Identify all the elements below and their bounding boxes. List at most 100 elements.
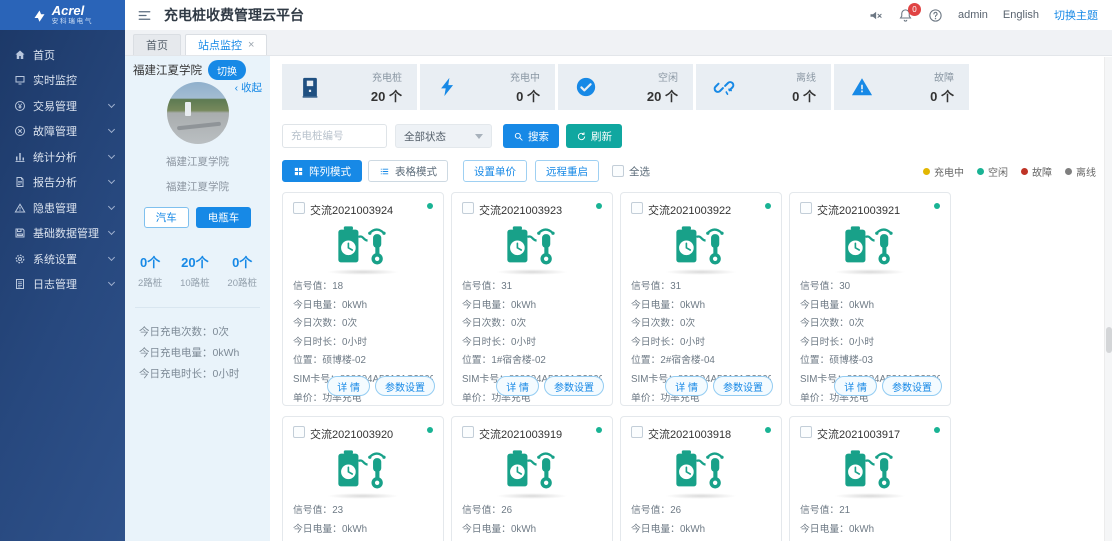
language-switch[interactable]: English (1003, 9, 1039, 21)
icon-shadow (834, 493, 906, 499)
legend-dot (923, 168, 930, 175)
summary-label: 充电桩 (371, 69, 402, 84)
energy-line: 今日电量：0kWh (293, 297, 433, 316)
sidebar-item-label: 报告分析 (33, 174, 102, 190)
detail-button[interactable]: 详 情 (327, 376, 370, 396)
array-mode-button[interactable]: 阵列模式 (282, 160, 362, 182)
icon-shadow (327, 269, 399, 275)
status-summary-card: 充电中 0 个 (420, 64, 555, 110)
select-all-checkbox[interactable] (612, 165, 624, 177)
energy-line: 今日电量：0kWh (631, 521, 771, 540)
detail-button[interactable]: 详 情 (496, 376, 539, 396)
pile-stat-label: 20路桩 (227, 275, 257, 289)
params-settings-button[interactable]: 参数设置 (544, 376, 604, 396)
duration-line: 今日时长：0小时 (631, 334, 771, 353)
mute-icon[interactable] (868, 8, 883, 23)
pile-title: 交流2021003919 (479, 426, 562, 442)
signal-line: 信号值：18 (293, 278, 433, 297)
sidebar-item-home[interactable]: 首页 (0, 42, 125, 68)
status-select[interactable]: 全部状态 (395, 124, 492, 148)
set-price-button[interactable]: 设置单价 (463, 160, 527, 182)
params-settings-button[interactable]: 参数设置 (375, 376, 435, 396)
station-caption: 福建江夏学院 (125, 179, 270, 194)
status-summary-card: 充电桩 20 个 (282, 64, 417, 110)
vehicle-tab[interactable]: 汽车 (144, 207, 189, 228)
pile-title: 交流2021003917 (817, 426, 900, 442)
sidebar-item-label: 日志管理 (33, 276, 102, 292)
sidebar-item-report-analysis[interactable]: 报告分析 (0, 170, 125, 196)
card-checkbox[interactable] (800, 202, 812, 214)
daily-stat-line: 今日充电时长：0小时 (139, 364, 270, 385)
charging-pile-scooter-icon (672, 225, 730, 267)
sidebar: Acrel 安科瑞电气 首页 实时监控 交易管理 (0, 0, 125, 541)
card-checkbox[interactable] (800, 426, 812, 438)
sidebar-item-system-settings[interactable]: 系统设置 (0, 246, 125, 272)
sidebar-item-realtime-monitor[interactable]: 实时监控 (0, 68, 125, 94)
icon-shadow (496, 269, 568, 275)
table-mode-button[interactable]: 表格模式 (368, 160, 448, 182)
pile-card: 交流2021003919 (451, 416, 613, 541)
icon-shadow (665, 269, 737, 275)
status-dot (596, 427, 602, 433)
card-checkbox[interactable] (462, 426, 474, 438)
chevron-down-icon (108, 101, 115, 108)
chevron-down-icon (108, 177, 115, 184)
sidebar-item-fault-mgmt[interactable]: 故障管理 (0, 119, 125, 145)
vehicle-type-tabs: 汽车 电瓶车 (125, 207, 270, 228)
help-icon[interactable] (928, 8, 943, 23)
sidebar-item-log-mgmt[interactable]: 日志管理 (0, 272, 125, 298)
detail-button[interactable]: 详 情 (665, 376, 708, 396)
theme-switch-link[interactable]: 切换主题 (1054, 7, 1098, 23)
location-line: 位置：1#宿舍楼-02 (462, 352, 602, 371)
database-icon (14, 227, 26, 239)
pile-card: 交流2021003918 (620, 416, 782, 541)
scrollbar-track (1104, 57, 1112, 541)
refresh-button[interactable]: 刷新 (566, 124, 622, 148)
legend-label: 故障 (1032, 164, 1052, 179)
topbar: 充电桩收费管理云平台 0 admin English 切换主题 (125, 0, 1112, 30)
vehicle-tab[interactable]: 电瓶车 (196, 207, 252, 228)
card-checkbox[interactable] (462, 202, 474, 214)
sidebar-item-hazard-mgmt[interactable]: 隐患管理 (0, 195, 125, 221)
sidebar-item-base-data[interactable]: 基础数据管理 (0, 221, 125, 247)
location-line: 位置：硕博楼-02 (293, 352, 433, 371)
card-checkbox[interactable] (293, 202, 305, 214)
pile-title: 交流2021003924 (310, 202, 393, 218)
collapse-menu-icon[interactable] (137, 8, 152, 23)
username[interactable]: admin (958, 9, 988, 21)
collapse-panel-link[interactable]: ‹ 收起 (235, 80, 262, 95)
pile-stat: 0个 2路桩 (138, 252, 162, 289)
card-checkbox[interactable] (631, 202, 643, 214)
chevron-down-icon (108, 254, 115, 261)
sidebar-item-label: 实时监控 (33, 72, 114, 88)
tab[interactable]: 站点监控 × (185, 34, 267, 55)
switch-site-button[interactable]: 切换 (208, 60, 246, 80)
tab-close-icon[interactable]: × (248, 39, 254, 51)
params-settings-button[interactable]: 参数设置 (882, 376, 942, 396)
toolbar: 阵列模式 表格模式 设置单价 远程重启 全选 (282, 160, 1112, 182)
search-icon (513, 131, 524, 142)
sidebar-item-trade-mgmt[interactable]: 交易管理 (0, 93, 125, 119)
params-settings-button[interactable]: 参数设置 (713, 376, 773, 396)
card-checkbox[interactable] (631, 426, 643, 438)
brand-logo: Acrel 安科瑞电气 (0, 0, 125, 30)
remote-reboot-button[interactable]: 远程重启 (535, 160, 599, 182)
gear-icon (14, 253, 26, 265)
scrollbar-thumb[interactable] (1106, 327, 1112, 353)
card-actions: 详 情 参数设置 (834, 376, 942, 396)
tab-bar: 首页 站点监控 × (125, 30, 1112, 56)
daily-stat-line: 今日充电电量：0kWh (139, 343, 270, 364)
pile-number-input[interactable] (282, 124, 387, 148)
legend-item: 离线 (1065, 164, 1096, 179)
legend-item: 故障 (1021, 164, 1052, 179)
sidebar-item-label: 故障管理 (33, 123, 102, 139)
energy-line: 今日电量：0kWh (800, 297, 940, 316)
status-summary-card: 离线 0 个 (696, 64, 831, 110)
search-button[interactable]: 搜索 (503, 124, 559, 148)
card-checkbox[interactable] (293, 426, 305, 438)
detail-button[interactable]: 详 情 (834, 376, 877, 396)
tab[interactable]: 首页 (133, 34, 181, 55)
location-line: 位置：2#宿舍楼-04 (631, 352, 771, 371)
sidebar-item-stat-analysis[interactable]: 统计分析 (0, 144, 125, 170)
bell-icon[interactable]: 0 (898, 8, 913, 23)
